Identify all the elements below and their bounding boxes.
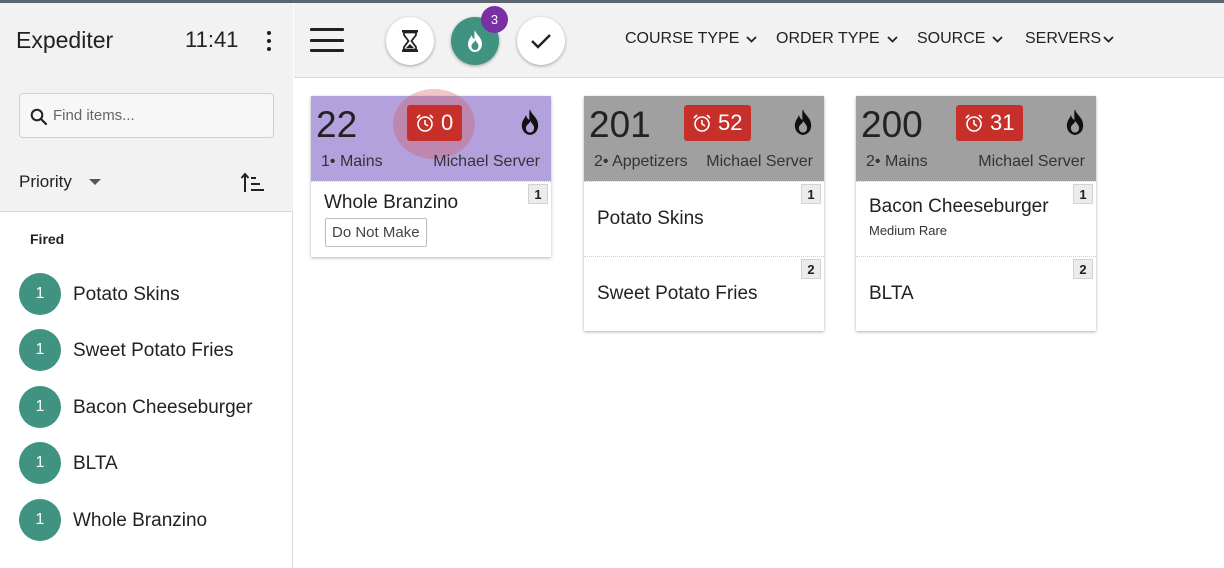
order-card-201[interactable]: 201 52 2• Appetizers Michael Server 1 Po…	[584, 96, 824, 331]
seat-number: 1	[1073, 184, 1093, 204]
item-count-badge: 1	[19, 386, 61, 428]
sidebar: Expediter 11:41 Priority Fired 1 Potato …	[0, 3, 293, 568]
course-label: 2• Mains	[866, 153, 928, 170]
item-modifier: Medium Rare	[869, 223, 948, 238]
item-name: BLTA	[869, 283, 914, 304]
caret-down-icon[interactable]	[89, 179, 101, 185]
alarm-clock-icon	[416, 114, 434, 132]
app-title: Expediter	[16, 27, 114, 53]
checkmark-icon	[531, 34, 551, 49]
order-header: 22 0 1• Mains Michael Server	[311, 89, 551, 181]
filter-order-type[interactable]: ORDER TYPE	[776, 30, 898, 48]
order-timer[interactable]: 52	[684, 105, 752, 141]
filter-course-type[interactable]: COURSE TYPE	[625, 30, 758, 48]
fired-item-whole-branzino[interactable]: 1 Whole Branzino	[19, 499, 279, 543]
chevron-down-icon	[1103, 35, 1114, 43]
seat-number: 1	[528, 184, 548, 204]
sort-ascending-icon[interactable]	[240, 171, 266, 195]
server-name: Michael Server	[706, 153, 813, 170]
fired-item-name: Potato Skins	[73, 284, 180, 305]
flame-icon	[521, 109, 539, 135]
item-name: Potato Skins	[597, 208, 704, 229]
top-toolbar: 3 COURSE TYPE ORDER TYPE SOURCE SERVERS	[294, 3, 1224, 78]
order-header: 201 52 2• Appetizers Michael Server	[584, 96, 824, 181]
fired-item-name: BLTA	[73, 453, 118, 474]
order-card-200[interactable]: 200 31 2• Mains Michael Server 1 Bacon C…	[856, 96, 1096, 331]
item-count-badge: 1	[19, 499, 61, 541]
fired-item-sweet-potato-fries[interactable]: 1 Sweet Potato Fries	[19, 329, 279, 373]
search-box[interactable]	[19, 93, 274, 138]
seat-number: 2	[1073, 259, 1093, 279]
flame-icon	[794, 109, 812, 135]
more-options-icon[interactable]	[262, 29, 276, 53]
clock: 11:41	[185, 27, 239, 52]
item-name: Whole Branzino	[324, 192, 459, 213]
item-name: Sweet Potato Fries	[597, 283, 758, 304]
fired-item-name: Whole Branzino	[73, 510, 208, 531]
flame-icon	[468, 30, 482, 52]
sort-dropdown-label[interactable]: Priority	[19, 172, 72, 192]
search-input[interactable]	[53, 102, 263, 129]
fired-count-badge: 3	[481, 6, 508, 33]
fired-item-potato-skins[interactable]: 1 Potato Skins	[19, 273, 279, 317]
filter-label: SOURCE	[917, 30, 986, 47]
section-label-fired: Fired	[30, 231, 65, 247]
filter-label: COURSE TYPE	[625, 30, 740, 47]
menu-icon[interactable]	[310, 28, 344, 52]
sidebar-header: Expediter 11:41 Priority	[0, 3, 293, 212]
pending-filter-button[interactable]	[386, 17, 434, 65]
fired-item-bacon-cheeseburger[interactable]: 1 Bacon Cheeseburger	[19, 386, 279, 430]
server-name: Michael Server	[978, 153, 1085, 170]
seat-number: 1	[801, 184, 821, 204]
order-item[interactable]: 2 Sweet Potato Fries	[584, 256, 824, 331]
hourglass-icon	[402, 30, 418, 52]
filter-source[interactable]: SOURCE	[917, 30, 1004, 48]
course-label: 2• Appetizers	[594, 153, 688, 170]
order-item[interactable]: 1 Bacon Cheeseburger Medium Rare	[856, 181, 1096, 256]
chevron-down-icon	[992, 35, 1004, 43]
chevron-down-icon	[746, 35, 758, 43]
do-not-make-tag[interactable]: Do Not Make	[325, 218, 427, 247]
order-number: 200	[861, 104, 923, 145]
item-name: Bacon Cheeseburger	[869, 196, 1049, 217]
timer-value: 0	[441, 110, 454, 135]
chevron-down-icon	[887, 35, 898, 43]
item-count-badge: 1	[19, 329, 61, 371]
order-header: 200 31 2• Mains Michael Server	[856, 96, 1096, 181]
server-name: Michael Server	[433, 153, 540, 170]
order-card-22[interactable]: 22 0 1• Mains Michael Server 1 Whole Bra…	[311, 89, 551, 257]
item-count-badge: 1	[19, 442, 61, 484]
order-timer[interactable]: 0	[407, 105, 463, 141]
alarm-clock-icon	[965, 114, 983, 132]
order-item[interactable]: 2 BLTA	[856, 256, 1096, 331]
item-count-badge: 1	[19, 273, 61, 315]
flame-icon	[1066, 109, 1084, 135]
course-label: 1• Mains	[321, 153, 383, 170]
filter-servers[interactable]: SERVERS	[1025, 30, 1114, 48]
order-timer[interactable]: 31	[956, 105, 1024, 141]
filter-label: SERVERS	[1025, 30, 1102, 47]
order-item[interactable]: 1 Whole Branzino Do Not Make	[311, 181, 551, 257]
seat-number: 2	[801, 259, 821, 279]
fired-item-blta[interactable]: 1 BLTA	[19, 442, 279, 486]
order-item[interactable]: 1 Potato Skins	[584, 181, 824, 256]
completed-filter-button[interactable]	[517, 17, 565, 65]
fired-item-name: Sweet Potato Fries	[73, 340, 234, 361]
alarm-clock-icon	[693, 114, 711, 132]
timer-value: 52	[718, 110, 743, 135]
filter-label: ORDER TYPE	[776, 30, 880, 47]
timer-value: 31	[990, 110, 1015, 135]
search-icon	[30, 108, 48, 126]
order-number: 201	[589, 104, 651, 145]
fired-item-name: Bacon Cheeseburger	[73, 397, 253, 418]
order-number: 22	[316, 104, 358, 145]
